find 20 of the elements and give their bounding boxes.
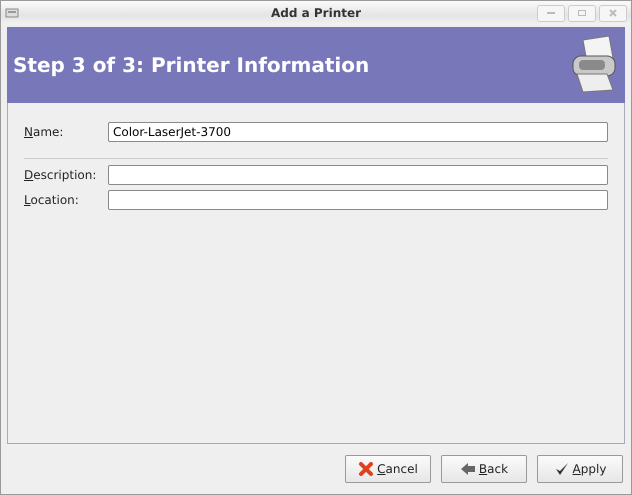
left-arrow-icon xyxy=(460,462,476,476)
maximize-button[interactable] xyxy=(568,4,596,22)
input-field[interactable]: Color-LaserJet-3700 xyxy=(108,122,608,142)
field-label: Description: xyxy=(24,168,98,182)
minimize-button[interactable] xyxy=(537,4,565,22)
close-button[interactable] xyxy=(599,4,627,22)
close-icon xyxy=(608,9,618,17)
maximize-icon xyxy=(577,9,587,17)
cancel-button[interactable]: Cancel xyxy=(345,455,431,483)
input-field[interactable] xyxy=(108,190,608,210)
step-title: Step 3 of 3: Printer Information xyxy=(13,53,370,77)
back-button[interactable]: Back xyxy=(441,455,527,483)
field-label: Location: xyxy=(24,192,80,206)
window-title: Add a Printer xyxy=(270,6,362,20)
cross-icon xyxy=(358,461,374,477)
apply-button[interactable]: Apply xyxy=(537,455,623,483)
minimize-icon xyxy=(546,9,556,17)
input-field[interactable] xyxy=(108,164,608,184)
field-label: Name: xyxy=(24,124,64,138)
window-menu-icon[interactable] xyxy=(5,7,19,19)
